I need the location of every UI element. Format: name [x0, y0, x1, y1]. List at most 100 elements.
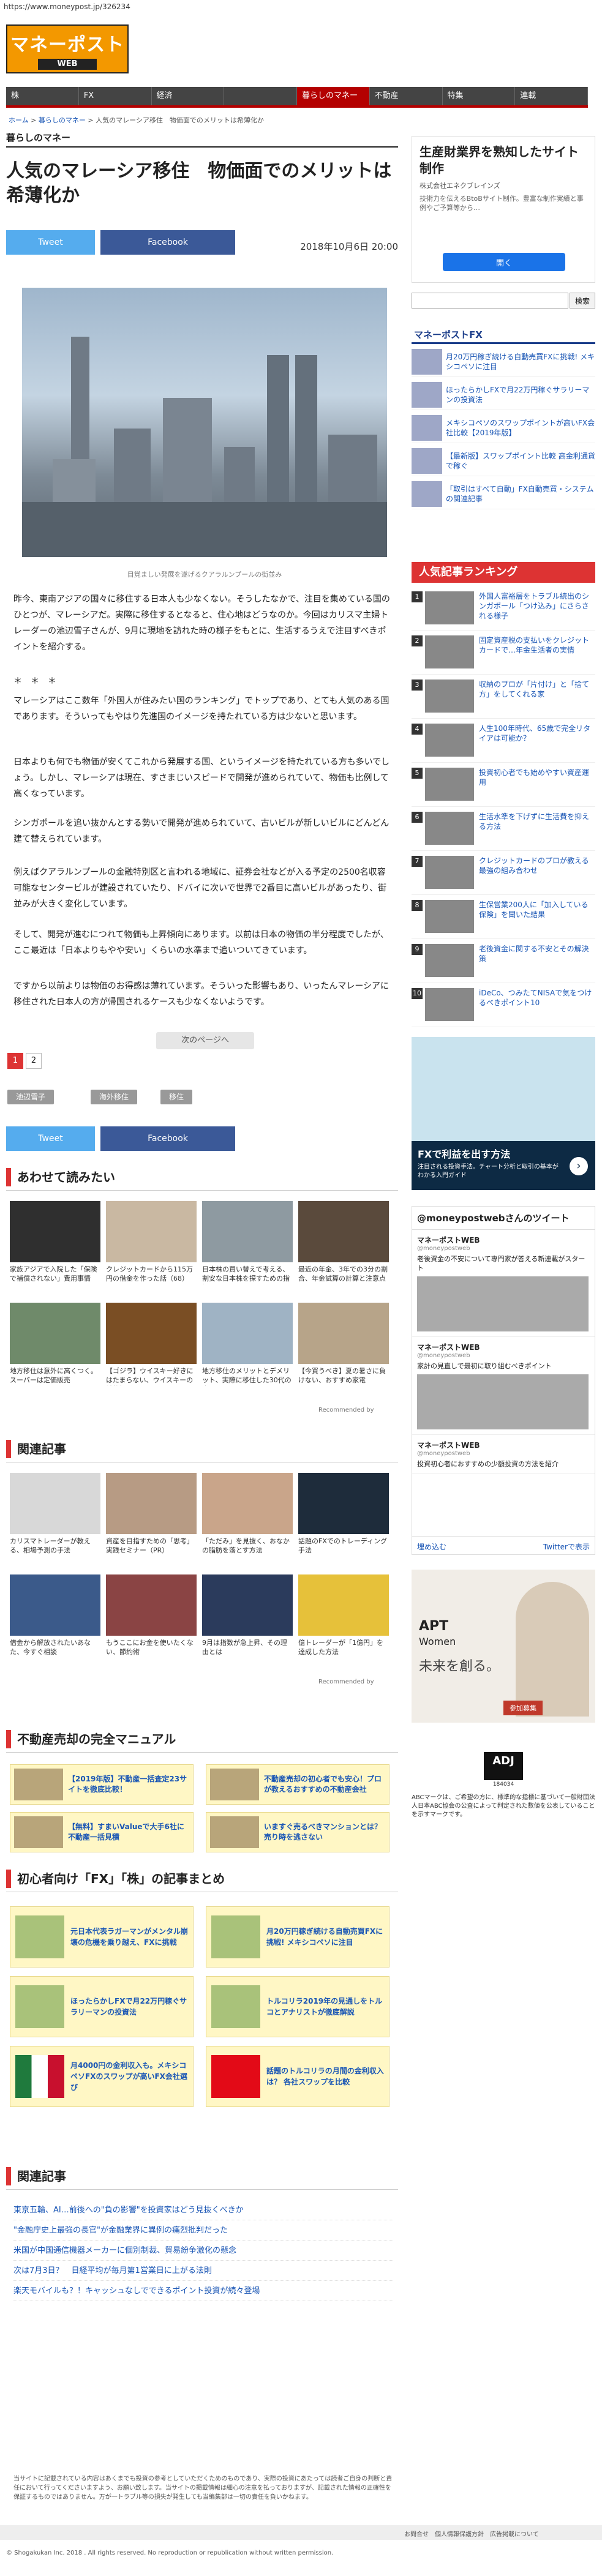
tweet-handle: @moneypostweb: [417, 1245, 470, 1252]
global-nav: 株 FX 経済 暮らしのマネー 不動産 特集 連載: [6, 87, 588, 105]
recommend-item[interactable]: 家族アジアで入院した「保険で補償されない」費用事情: [10, 1201, 100, 1293]
embed-link[interactable]: 埋め込む: [417, 1541, 446, 1551]
tag-overseas-move[interactable]: 海外移住: [91, 1090, 138, 1104]
ad-open-button[interactable]: 開く: [443, 253, 565, 271]
ranking-item[interactable]: 2 固定資産税の支払いをクレジットカードで…年金生活者の実情: [412, 632, 595, 675]
related-ad-item[interactable]: 9月は指数が急上昇、その理由とは: [202, 1574, 293, 1666]
nav-item-economy[interactable]: 経済: [152, 87, 225, 105]
fx-card-title: 話題のトルコリラの月間の金利収入は？ 各社スワップを比較: [266, 2067, 384, 2086]
fx-link[interactable]: ほったらかしFXで月22万円稼ぐサラリーマンの投資法: [412, 380, 595, 410]
ranking-title: 老後資金に関する不安とその解決策: [479, 945, 589, 963]
ranking-item[interactable]: 7 クレジットカードのプロが教える最強の組み合わせ: [412, 852, 595, 895]
next-page-button[interactable]: 次のページへ: [156, 1032, 254, 1049]
twitter-heading[interactable]: @moneypostwebさんのツイート: [412, 1207, 595, 1230]
related-ad-item[interactable]: 資産を目指すための「思考」実践セミナー（PR）: [106, 1473, 197, 1565]
recommend-item[interactable]: 最近の年金、3年での3分の割合、年金試算の計算と注意点: [298, 1201, 389, 1293]
thumbnail: [425, 988, 474, 1021]
ranking-item[interactable]: 4 人生100年時代、65歳で完全リタイアは可能か？: [412, 720, 595, 763]
realestate-card[interactable]: 【2019年版】不動産一括査定23サイトを徹底比較！: [10, 1764, 194, 1805]
search-button[interactable]: 検索: [570, 293, 595, 309]
breadcrumb-category[interactable]: 暮らしのマネー: [39, 116, 86, 124]
tweet[interactable]: マネーポストWEB @moneypostweb 投資初心者におすすめの少額投資の…: [412, 1435, 595, 1474]
chevron-right-icon[interactable]: ›: [570, 1157, 588, 1175]
sidebar-ad-apt[interactable]: APT Women 未来を創る。 参加募集: [412, 1570, 595, 1723]
thumbnail: [425, 856, 474, 889]
fx-card[interactable]: 話題のトルコリラの月間の金利収入は？ 各社スワップを比較: [206, 2046, 389, 2107]
realestate-card[interactable]: 不動産売却の初心者でも安心！プロが教えるおすすめの不動産会社: [206, 1764, 389, 1805]
fx-card[interactable]: 月20万円稼ぎ続ける自動売買FXに挑戦! メキシコペソに注目: [206, 1906, 389, 1968]
nav-item-stock[interactable]: 株: [6, 87, 79, 105]
tweet[interactable]: マネーポストWEB @moneypostweb 家計の見直しで最初に取り組むべき…: [412, 1337, 595, 1435]
footer-links[interactable]: お問合せ 個人情報保護方針 広告掲載について: [404, 2529, 539, 2538]
fx-link[interactable]: メキシコペソのスワップポイントが高いFX会社比較【2019年版】: [412, 413, 595, 443]
related-link[interactable]: 東京五輪、AI…前後への"負の影響"を投資家はどう見抜くべきか: [13, 2200, 393, 2220]
nav-item-series[interactable]: 連載: [515, 87, 588, 105]
ranking-item[interactable]: 8 生保営業200人に「加入している保険」を聞いた結果: [412, 896, 595, 939]
related-link[interactable]: 次は7月3日？ 日経平均が毎月第1営業日に上がる法則: [13, 2261, 393, 2281]
fx-link[interactable]: 「取引はすべて自動」FX自動売買・システムの関連記事: [412, 479, 595, 509]
address-bar[interactable]: https://www.moneypost.jp/326234: [0, 0, 602, 15]
related-ad-title: 話題のFXでのトレーディング手法: [298, 1537, 388, 1554]
recommend-item[interactable]: クレジットカードから115万円の借金を作った話（68）: [106, 1201, 197, 1293]
realestate-heading: 不動産売却の完全マニュアル: [6, 1730, 176, 1748]
page-2[interactable]: 2: [26, 1053, 42, 1069]
fx-card[interactable]: ほったらかしFXで月22万円稼ぐサラリーマンの投資法: [10, 1976, 194, 2037]
sidebar-ad[interactable]: 生産財業界を熟知したサイト制作 株式会社エネクブレインズ 技術力を伝えるBtoB…: [412, 136, 595, 283]
tweet-button-bottom[interactable]: Tweet: [6, 1126, 95, 1151]
fx-link[interactable]: 【最新版】スワップポイント比較 高金利通貨で稼ぐ: [412, 446, 595, 476]
fx-link[interactable]: 月20万円稼ぎ続ける自動売買FXに挑戦! メキシコペソに注目: [412, 346, 595, 377]
recommend-item[interactable]: 【ゴジラ】ウイスキー好きにはたまらない、ウイスキーの試飲場所: [106, 1303, 197, 1395]
realestate-title: 不動産売却の初心者でも安心！プロが教えるおすすめの不動産会社: [264, 1775, 382, 1794]
ad-fx-title: FXで利益を出す方法: [418, 1148, 511, 1160]
nav-item-blank[interactable]: [224, 87, 297, 105]
ad-apt-button[interactable]: 参加募集: [503, 1701, 543, 1715]
search-input[interactable]: [412, 293, 568, 309]
related-ad-item[interactable]: 「ただみ」を見抜く、おなかの脂肪を落とす方法: [202, 1473, 293, 1565]
recommend-item[interactable]: 地方移住は意外に高くつく。スーパーは定価販売: [10, 1303, 100, 1395]
facebook-button-bottom[interactable]: Facebook: [100, 1126, 235, 1151]
tweet[interactable]: マネーポストWEB @moneypostweb 老後資金の不安について専門家が答…: [412, 1230, 595, 1337]
realestate-card[interactable]: 【無料】すまいValueで大手6社に不動産一括見積: [10, 1812, 194, 1852]
page-1[interactable]: 1: [7, 1053, 23, 1069]
nav-item-fx[interactable]: FX: [79, 87, 152, 105]
ranking-item[interactable]: 1 外国人富裕層をトラブル続出のシンガポール「つけ込み」にさらされる様子: [412, 588, 595, 631]
ranking-item[interactable]: 9 老後資金に関する不安とその解決策: [412, 940, 595, 983]
sidebar-ad-fx[interactable]: FXで利益を出す方法 注目される投資手法。チャート分析と取引の基本がわかる入門ガ…: [412, 1037, 595, 1190]
tweet-image: [417, 1276, 589, 1331]
fx-card[interactable]: 月4000円の金利収入も。メキシコペソFXのスワップが高いFX会社選び: [10, 2046, 194, 2107]
nav-item-life-money[interactable]: 暮らしのマネー: [297, 87, 370, 105]
facebook-button[interactable]: Facebook: [100, 230, 235, 255]
recommend-item[interactable]: 地方移住のメリットとデメリット、実際に移住した30代の声: [202, 1303, 293, 1395]
tag-move[interactable]: 移住: [160, 1090, 193, 1104]
tweet-button[interactable]: Tweet: [6, 230, 95, 255]
related-ad-item[interactable]: カリスマトレーダーが教える、相場予測の手法: [10, 1473, 100, 1565]
breadcrumb-home[interactable]: ホーム: [9, 116, 29, 124]
fx-card[interactable]: 元日本代表ラガーマンがメンタル崩壊の危機を乗り越え、FXに挑戦: [10, 1906, 194, 1968]
fx-card[interactable]: トルコリラ2019年の見通しをトルコとアナリストが徹底解説: [206, 1976, 389, 2037]
related-link[interactable]: 楽天モバイルも？！キャッシュなしでできるポイント投資が続々登場: [13, 2281, 393, 2301]
related-link[interactable]: 米国が中国通信機器メーカーに個別制裁、貿易紛争激化の懸念: [13, 2241, 393, 2261]
nav-item-special[interactable]: 特集: [443, 87, 516, 105]
related-ad-item[interactable]: 話題のFXでのトレーディング手法: [298, 1473, 389, 1565]
ranking-item[interactable]: 10 iDeCo、つみたてNISAで気をつけるべきポイント10: [412, 984, 595, 1027]
thumbnail: [10, 1473, 100, 1534]
ranking-heading: 人気記事ランキング: [412, 562, 595, 583]
thumbnail: [211, 1915, 260, 1958]
related-ad-item[interactable]: 億トレーダーが「1億円」を達成した方法: [298, 1574, 389, 1666]
related-link[interactable]: "金融庁史上最強の長官"が金融業界に異例の痛烈批判だった: [13, 2220, 393, 2241]
nav-item-realestate[interactable]: 不動産: [370, 87, 443, 105]
recommend-item[interactable]: 【今買うべき】夏の暑さに負けない、おすすめ家電: [298, 1303, 389, 1395]
realestate-card[interactable]: いますぐ売るべきマンションとは？売り時を逃さない: [206, 1812, 389, 1852]
site-logo[interactable]: マネーポスト WEB: [6, 24, 129, 73]
tag-ikebe[interactable]: 池辺雪子: [7, 1090, 55, 1104]
ranking-item[interactable]: 6 生活水準を下げずに生活費を抑える方法: [412, 808, 595, 851]
ranking-item[interactable]: 3 収納のプロが「片付け」と「捨て方」をしてくれる家: [412, 676, 595, 719]
related-ad-item[interactable]: 借金から解放されたいあなた、今すぐ相談: [10, 1574, 100, 1666]
realestate-title: 【無料】すまいValueで大手6社に不動産一括見積: [68, 1822, 184, 1841]
related-ad-item[interactable]: もうここにお金を使いたくない、節約術: [106, 1574, 197, 1666]
disclaimer: 当サイトに記載されている内容はあくまでも投資の参考としていただくためのものであり…: [13, 2476, 393, 2501]
article-date: 2018年10月6日 20:00: [300, 241, 398, 252]
ranking-item[interactable]: 5 投資初心者でも始めやすい資産運用: [412, 764, 595, 807]
recommend-item[interactable]: 日本株の買い替えで考える、割安な日本株を探すための指標: [202, 1201, 293, 1293]
view-on-twitter-link[interactable]: Twitterで表示: [543, 1541, 590, 1551]
